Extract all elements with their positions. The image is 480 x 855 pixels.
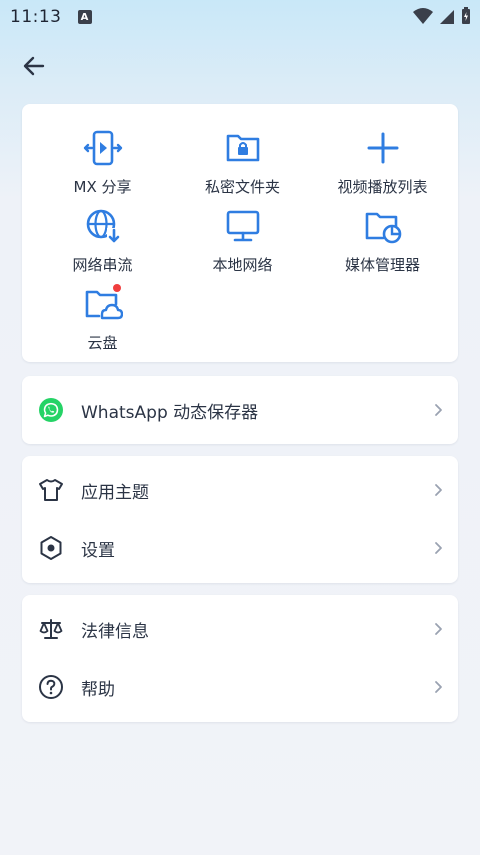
help-row[interactable]: 帮助 (22, 658, 458, 716)
folder-chart-icon (363, 206, 403, 246)
signal-icon (440, 10, 454, 24)
appearance-settings-card: 应用主题 设置 (22, 456, 458, 583)
help-circle-icon (38, 674, 64, 700)
row-label: 应用主题 (81, 482, 149, 503)
status-bar: 11:13 A (0, 0, 480, 34)
settings-row[interactable]: 设置 (22, 519, 458, 577)
row-label: 设置 (81, 540, 115, 561)
chevron-right-icon (432, 404, 444, 416)
notification-icon: A (77, 10, 92, 24)
grid-label: 媒体管理器 (344, 256, 420, 274)
grid-item-media-manager[interactable]: 媒体管理器 (310, 206, 455, 275)
whatsapp-card: WhatsApp 动态保存器 (22, 376, 458, 444)
battery-icon (462, 7, 470, 24)
scale-icon (38, 616, 64, 642)
status-time: 11:13 (10, 7, 62, 27)
arrow-left-icon (23, 56, 45, 76)
cloud-folder-icon (83, 284, 123, 324)
grid-label: 网络串流 (72, 256, 133, 274)
status-icons (412, 6, 472, 26)
plus-icon (363, 128, 403, 168)
wifi-icon (413, 8, 433, 24)
tshirt-icon (38, 477, 64, 503)
grid-label: MX 分享 (73, 178, 132, 196)
row-label: 帮助 (81, 679, 115, 700)
grid-item-video-playlist[interactable]: 视频播放列表 (310, 128, 455, 197)
chevron-right-icon (432, 542, 444, 554)
locked-folder-icon (223, 128, 263, 168)
grid-item-mx-share[interactable]: MX 分享 (30, 128, 175, 197)
app-theme-row[interactable]: 应用主题 (22, 461, 458, 519)
shortcuts-card: MX 分享 私密文件夹 视频播放列表 网络串流 本地网络 媒体管理器 云盘 (22, 104, 458, 362)
grid-item-private-folder[interactable]: 私密文件夹 (170, 128, 315, 197)
globe-download-icon (83, 206, 123, 246)
share-transfer-icon (83, 128, 123, 168)
chevron-right-icon (432, 484, 444, 496)
notification-badge (112, 284, 121, 292)
grid-item-cloud-drive[interactable]: 云盘 (30, 284, 175, 353)
info-card: 法律信息 帮助 (22, 595, 458, 722)
grid-label: 本地网络 (212, 256, 273, 274)
row-label: 法律信息 (81, 621, 149, 642)
grid-label: 云盘 (87, 334, 118, 352)
grid-item-local-network[interactable]: 本地网络 (170, 206, 315, 275)
chevron-right-icon (432, 681, 444, 693)
back-button[interactable] (18, 50, 50, 82)
whatsapp-icon (38, 397, 64, 423)
legal-info-row[interactable]: 法律信息 (22, 600, 458, 658)
grid-label: 视频播放列表 (337, 178, 428, 196)
grid-label: 私密文件夹 (204, 178, 280, 196)
chevron-right-icon (432, 623, 444, 635)
grid-item-network-stream[interactable]: 网络串流 (30, 206, 175, 275)
monitor-icon (223, 206, 263, 246)
row-label: WhatsApp 动态保存器 (81, 402, 259, 423)
hexagon-settings-icon (38, 535, 64, 561)
whatsapp-status-saver-row[interactable]: WhatsApp 动态保存器 (22, 381, 458, 439)
